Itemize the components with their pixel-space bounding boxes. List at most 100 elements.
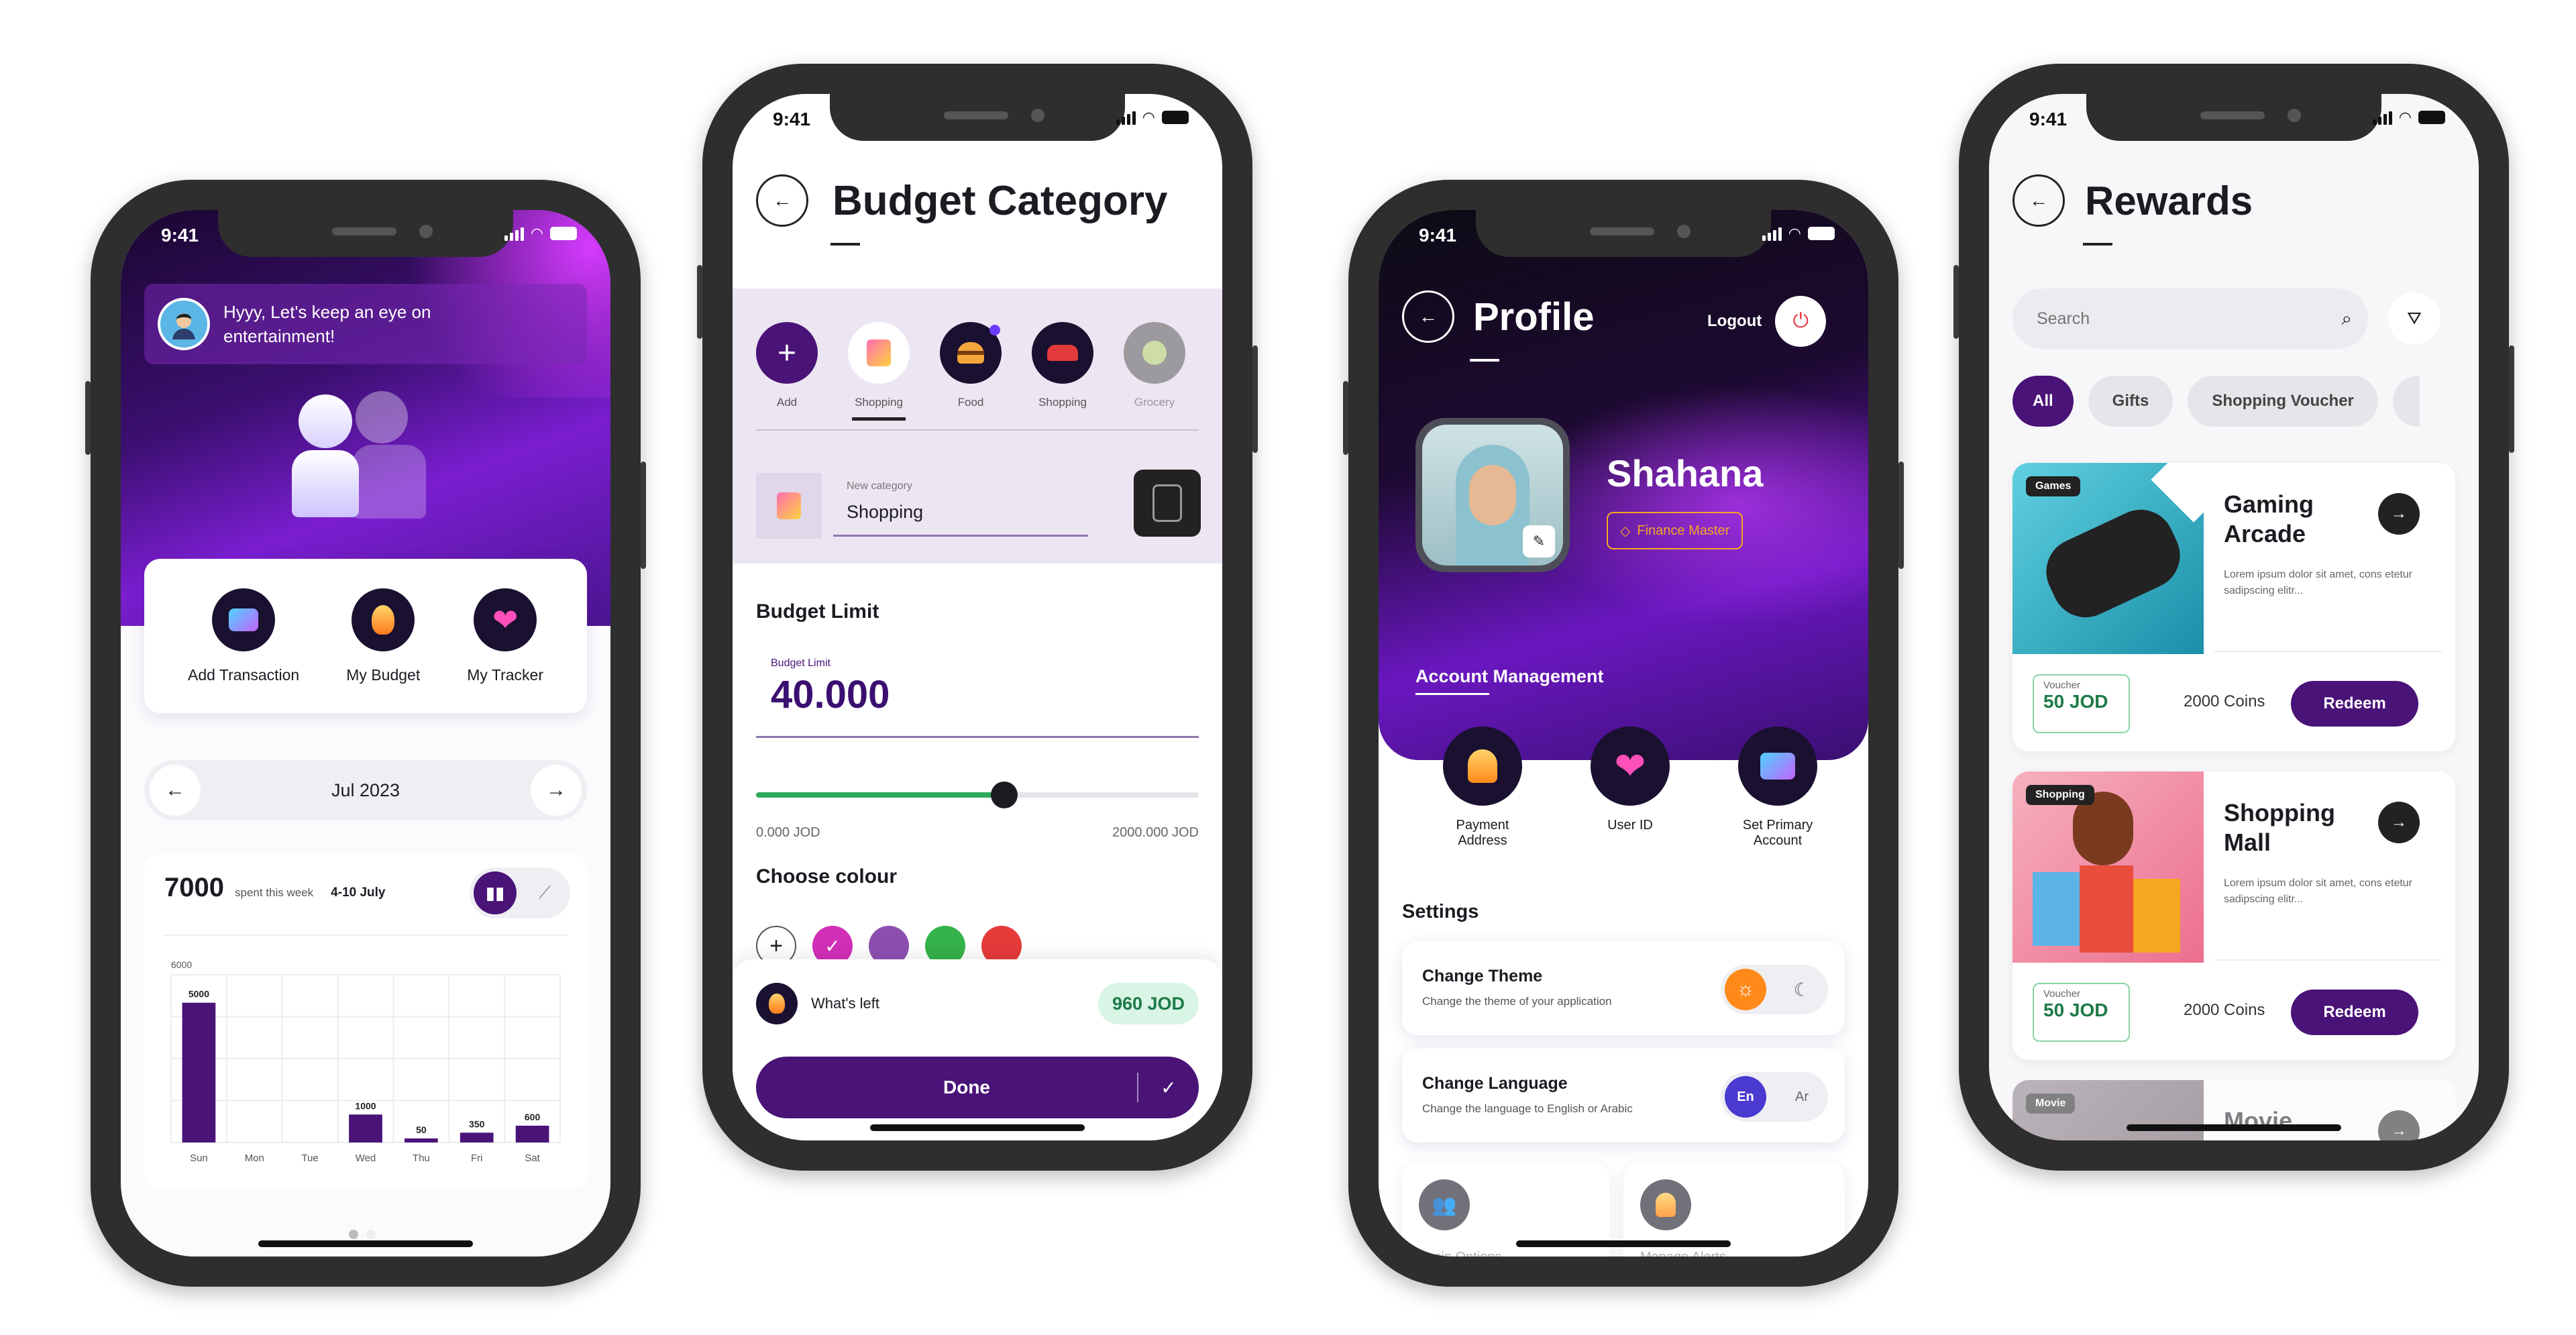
logout-label[interactable]: Logout bbox=[1707, 312, 1762, 331]
reward-tag: Games bbox=[2026, 476, 2081, 496]
voucher-box: Voucher 50 JOD bbox=[2033, 674, 2130, 733]
status-time: 9:41 bbox=[2029, 109, 2068, 129]
bar-sat bbox=[515, 1126, 549, 1142]
done-button[interactable]: Done ✓ bbox=[756, 1057, 1199, 1118]
bar-value-label: 50 bbox=[416, 1124, 427, 1135]
greeting-text: Hyyy, Let's keep an eye on entertainment… bbox=[223, 302, 431, 346]
filter-icon[interactable]: ⛛ bbox=[2388, 292, 2440, 345]
page-title: Profile bbox=[1473, 295, 1595, 339]
chart-type-toggle: ▮▮ ⟋ bbox=[470, 867, 570, 918]
budget-slider[interactable] bbox=[756, 782, 1199, 808]
category-grocery[interactable]: Grocery bbox=[1124, 322, 1185, 421]
page-indicator bbox=[349, 1230, 376, 1239]
action-my-budget[interactable]: My Budget bbox=[346, 588, 420, 684]
language-toggle[interactable]: En Ar bbox=[1721, 1072, 1828, 1122]
lang-en-option[interactable]: En bbox=[1725, 1076, 1766, 1118]
phone-budget: 9:41 ◠ ← Budget Category + Add Shopping … bbox=[697, 64, 1258, 1171]
change-language-row[interactable]: Change Language Change the language to E… bbox=[1402, 1049, 1845, 1142]
reward-card[interactable]: Shopping Shopping Mall → Lorem ipsum dol… bbox=[2012, 771, 2455, 1060]
category-add[interactable]: + Add bbox=[756, 322, 818, 421]
reward-card[interactable]: Games Gaming Arcade → Lorem ipsum dolor … bbox=[2012, 463, 2455, 751]
status-time: 9:41 bbox=[1419, 225, 1457, 246]
profile-screen: 9:41 ◠ ← Profile Logout ⏻ ✎ Shahana ◇ Fin… bbox=[1379, 210, 1868, 1257]
chip-all[interactable]: All bbox=[2012, 376, 2074, 427]
filter-chips: All Gifts Shopping Voucher bbox=[2012, 376, 2479, 427]
lang-ar-option[interactable]: Ar bbox=[1781, 1076, 1823, 1118]
spending-chart-card: 7000 spent this week 4-10 July ▮▮ ⟋ 6000… bbox=[144, 854, 587, 1189]
reward-title: Gaming Arcade bbox=[2224, 490, 2314, 547]
arrow-right-icon[interactable]: → bbox=[2378, 802, 2420, 843]
back-button[interactable]: ← bbox=[1402, 290, 1454, 343]
x-tick-label: Mon bbox=[245, 1153, 264, 1164]
account-set-primary[interactable]: Set Primary Account bbox=[1727, 727, 1828, 849]
line-chart-icon[interactable]: ⟋ bbox=[523, 871, 566, 914]
reward-tag: Shopping bbox=[2026, 785, 2094, 805]
users-icon: 👥 bbox=[1419, 1179, 1470, 1230]
account-payment-address[interactable]: Payment Address bbox=[1432, 727, 1533, 849]
quick-actions-card: Add Transaction My Budget ❤ My Tracker bbox=[144, 559, 587, 713]
status-time: 9:41 bbox=[161, 225, 199, 246]
category-food[interactable]: Food bbox=[940, 322, 1002, 421]
edit-photo-icon[interactable]: ✎ bbox=[1523, 525, 1555, 557]
arrow-right-icon[interactable]: → bbox=[2378, 493, 2420, 535]
flame-icon bbox=[352, 588, 415, 651]
page-title: Budget Category bbox=[833, 177, 1168, 224]
theme-toggle[interactable]: ☼ ☾ bbox=[1721, 965, 1828, 1014]
bar-value-label: 600 bbox=[525, 1112, 541, 1122]
category-shopping[interactable]: Shopping bbox=[848, 322, 910, 421]
shopping-bag-icon bbox=[848, 322, 910, 384]
chip-gifts[interactable]: Gifts bbox=[2088, 376, 2174, 427]
budget-limit-heading: Budget Limit bbox=[756, 600, 879, 623]
back-button[interactable]: ← bbox=[756, 174, 808, 227]
y-tick-label: 6000 bbox=[171, 959, 192, 970]
wallet-icon bbox=[1738, 727, 1817, 806]
check-icon: ✓ bbox=[1161, 1077, 1177, 1098]
greeting-banner: Hyyy, Let's keep an eye on entertainment… bbox=[144, 284, 587, 364]
phone-device-icon[interactable] bbox=[1134, 470, 1201, 537]
redeem-button[interactable]: Redeem bbox=[2291, 990, 2418, 1035]
prev-month-button[interactable]: ← bbox=[150, 765, 201, 816]
action-my-tracker[interactable]: ❤ My Tracker bbox=[467, 588, 543, 684]
whats-left-value: 960 JOD bbox=[1098, 983, 1199, 1024]
spent-text: spent this week bbox=[234, 886, 314, 899]
category-list: + Add Shopping Food Shopping Grocery bbox=[756, 322, 1222, 421]
alert-icon bbox=[1640, 1179, 1691, 1230]
bar-fri bbox=[460, 1132, 494, 1142]
search-input[interactable] bbox=[2037, 309, 2342, 329]
status-badge: ◇ Finance Master bbox=[1607, 512, 1743, 549]
category-car[interactable]: Shopping bbox=[1032, 322, 1093, 421]
x-tick-label: Thu bbox=[413, 1153, 430, 1164]
next-month-button[interactable]: → bbox=[531, 765, 582, 816]
back-button[interactable]: ← bbox=[2012, 174, 2065, 227]
redeem-button[interactable]: Redeem bbox=[2291, 681, 2418, 727]
avatar bbox=[158, 298, 210, 350]
slider-thumb[interactable] bbox=[990, 782, 1018, 808]
moon-icon: ☾ bbox=[1793, 979, 1811, 1000]
bar-wed bbox=[349, 1114, 382, 1142]
arrow-right-icon[interactable]: → bbox=[2378, 1110, 2420, 1140]
account-user-id[interactable]: ❤ User ID bbox=[1580, 727, 1680, 849]
chip-shopping-voucher[interactable]: Shopping Voucher bbox=[2188, 376, 2378, 427]
diamond-icon: ◇ bbox=[1620, 523, 1631, 539]
hero-illustration bbox=[292, 391, 439, 525]
new-category-field[interactable]: New category Shopping bbox=[833, 476, 1088, 537]
slider-min-label: 0.000 JOD bbox=[756, 825, 820, 840]
heart-icon: ❤ bbox=[474, 588, 537, 651]
reward-description: Lorem ipsum dolor sit amet, cons etetur … bbox=[2224, 877, 2413, 905]
rewards-screen: 9:41 ◠ ← Rewards ⌕ ⛛ All Gifts Shopping … bbox=[1989, 94, 2479, 1140]
home-indicator bbox=[1516, 1240, 1731, 1247]
flame-icon bbox=[756, 983, 798, 1024]
search-icon[interactable]: ⌕ bbox=[2341, 308, 2352, 330]
search-bar: ⌕ bbox=[2012, 288, 2368, 349]
wallet-icon bbox=[212, 588, 276, 651]
logout-icon[interactable]: ⏻ bbox=[1775, 296, 1827, 347]
budget-limit-field[interactable]: Budget Limit 40.000 bbox=[756, 657, 1199, 738]
x-tick-label: Tue bbox=[301, 1153, 318, 1164]
home-screen: 9:41 ◠ Hyyy, Let's keep an eye on entert… bbox=[121, 210, 610, 1257]
voucher-box: Voucher 50 JOD bbox=[2033, 983, 2130, 1042]
sun-icon: ☼ bbox=[1725, 969, 1766, 1010]
action-add-transaction[interactable]: Add Transaction bbox=[188, 588, 299, 684]
reward-card[interactable]: Movie Movie → bbox=[2012, 1080, 2455, 1140]
bar-chart-icon[interactable]: ▮▮ bbox=[474, 871, 517, 914]
change-theme-row[interactable]: Change Theme Change the theme of your ap… bbox=[1402, 941, 1845, 1035]
